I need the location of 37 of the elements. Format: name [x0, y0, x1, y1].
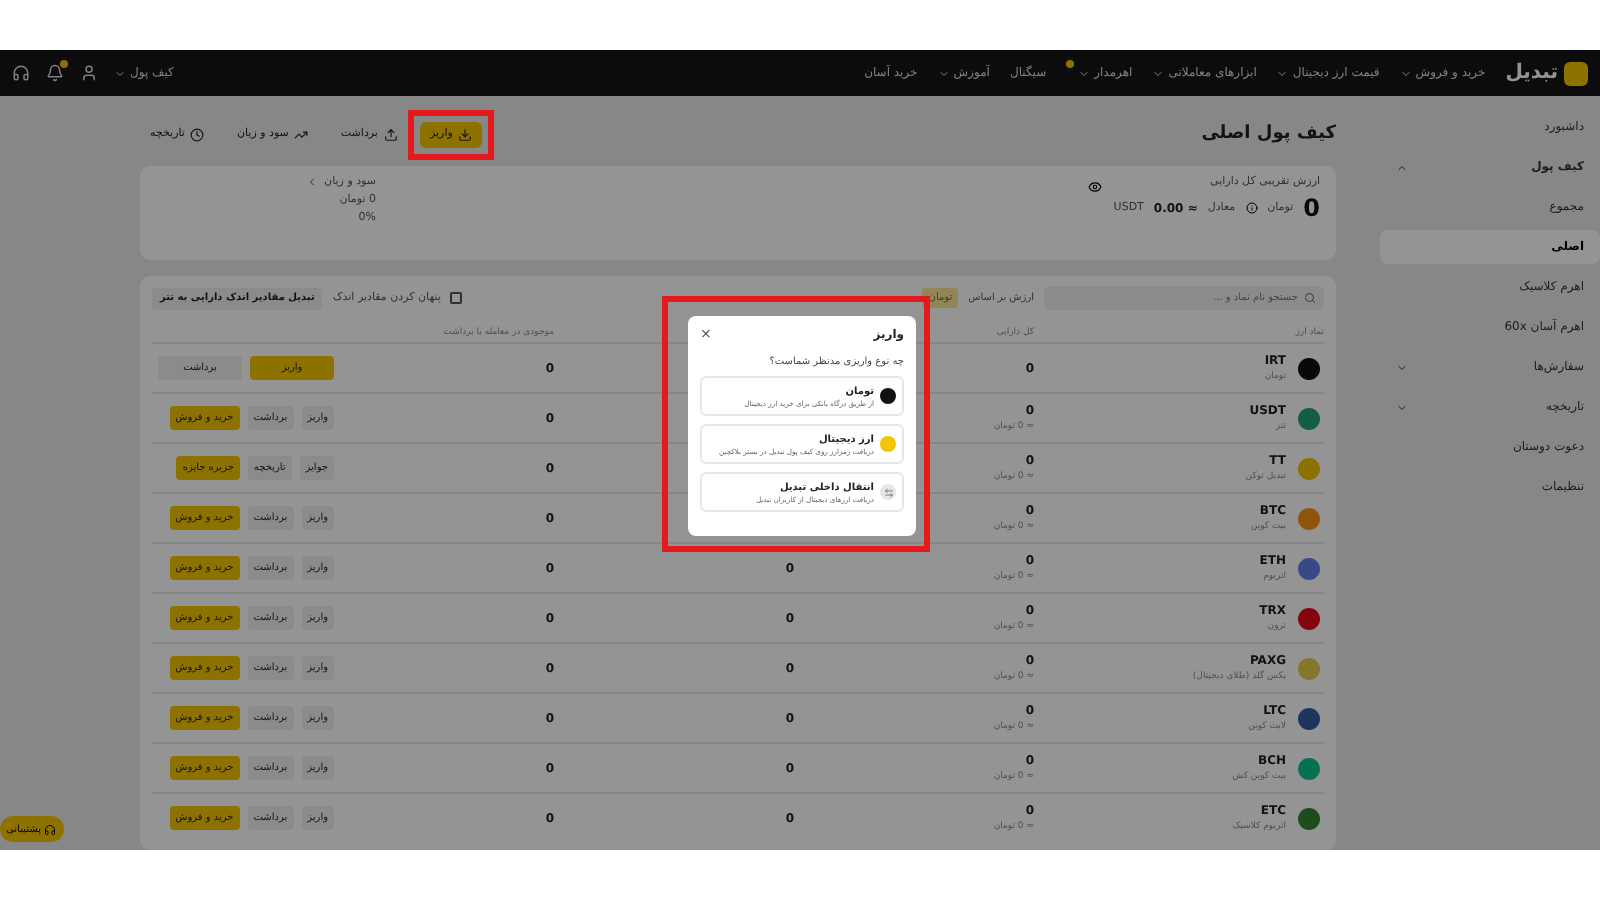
logo-text[interactable]: تبدیل	[1505, 62, 1558, 84]
total-amount: 0	[1303, 194, 1320, 222]
coin-icon	[1298, 457, 1320, 479]
option-icon	[880, 436, 896, 452]
coin-icon	[1298, 607, 1320, 629]
chevron-down-icon	[1276, 67, 1289, 79]
headset-icon	[44, 823, 57, 835]
logo-icon	[1564, 61, 1588, 85]
coin-icon	[1298, 357, 1320, 379]
option-icon	[880, 388, 896, 404]
coin-icon	[1298, 407, 1320, 429]
coin-icon	[1298, 707, 1320, 729]
upload-icon	[383, 127, 398, 141]
chevron-down-icon	[1399, 67, 1412, 79]
checkbox[interactable]	[450, 292, 463, 304]
chevron-down-icon	[114, 67, 126, 79]
coin-icon	[1298, 757, 1320, 779]
search-icon	[1304, 292, 1316, 304]
option-icon	[880, 484, 896, 500]
headset-icon[interactable]	[12, 64, 30, 82]
user-icon[interactable]	[80, 64, 98, 82]
coin-icon	[1298, 657, 1320, 679]
coin-icon	[1298, 807, 1320, 829]
chevron-down-icon	[1152, 67, 1165, 79]
coin-icon	[1298, 507, 1320, 529]
info-icon	[1245, 202, 1258, 214]
page-title: کیف پول اصلی	[1201, 124, 1336, 144]
bell-icon[interactable]	[46, 64, 64, 82]
coin-icon	[1298, 557, 1320, 579]
download-icon	[458, 127, 473, 141]
clock-icon	[190, 127, 205, 141]
eye-icon[interactable]	[1087, 180, 1102, 194]
chevron-down-icon	[937, 67, 950, 79]
trend-icon	[294, 127, 309, 141]
highlight-frame	[407, 109, 495, 159]
chevron-down-icon	[1078, 67, 1091, 79]
chevron-left-icon	[306, 176, 319, 188]
